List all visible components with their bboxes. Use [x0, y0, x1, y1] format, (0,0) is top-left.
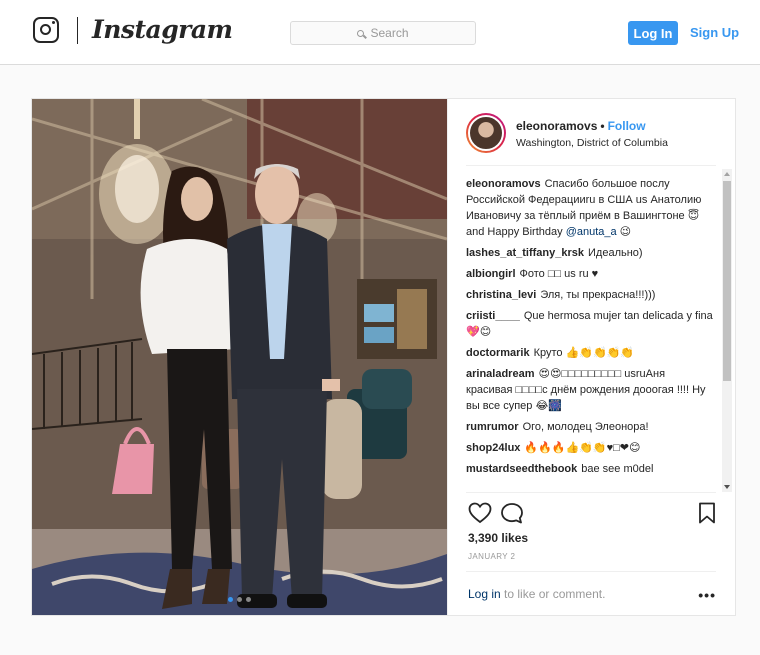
log-in-button[interactable]: Log In	[628, 21, 678, 45]
carousel-dot-active	[228, 597, 233, 602]
list-item: eleonoramovs Спасибо большое послу Россий…	[466, 176, 714, 240]
comment-username[interactable]: mustardseedthebook	[466, 463, 577, 475]
separator-dot: •	[600, 119, 605, 133]
post-sidebar: eleonoramovs • Follow Washington, District…	[447, 99, 736, 615]
comment-text-tail: 😉	[616, 226, 632, 238]
likes-count[interactable]: 3,390 likes	[468, 531, 528, 545]
comment-username[interactable]: christina_levi	[466, 289, 536, 301]
list-item: mustardseedthebook bae see m0del	[466, 461, 714, 477]
comment-text: Фото □□ us ru ♥	[519, 268, 599, 280]
list-item: arinaladream 😍😍□□□□□□□□□ usruАня красивая…	[466, 366, 714, 414]
list-item: lashes_at_tiffany_krsk Идеально)	[466, 245, 714, 261]
list-item: doctormarik Круто 👍👏👏👏👏	[466, 345, 714, 361]
comment-text: Идеально)	[588, 247, 643, 259]
list-item: albiongirl Фото □□ us ru ♥	[466, 266, 714, 282]
search-placeholder: Search	[370, 26, 409, 40]
log-in-link[interactable]: Log in	[468, 587, 501, 601]
comment-login-bar: Log in to like or comment. •••	[466, 571, 716, 616]
comment-username[interactable]: albiongirl	[466, 268, 516, 280]
avatar[interactable]	[468, 115, 504, 151]
instagram-camera-icon[interactable]	[33, 17, 59, 43]
follow-button[interactable]: Follow	[608, 119, 646, 133]
post-username[interactable]: eleonoramovs	[516, 119, 597, 133]
post-location[interactable]: Washington, District of Columbia	[516, 137, 668, 149]
comment-bubble-icon[interactable]	[500, 502, 524, 524]
post-actions	[466, 492, 716, 533]
comment-username[interactable]: eleonoramovs	[466, 178, 541, 190]
heart-icon[interactable]	[468, 502, 492, 524]
header-divider	[77, 17, 78, 44]
comment-text: 🔥🔥🔥👍👏👏♥□❤😊	[524, 442, 641, 454]
post-username-row: eleonoramovs • Follow	[516, 119, 646, 133]
comment-mention[interactable]: @anuta_a	[566, 226, 617, 238]
comments-scrollbar[interactable]	[722, 169, 732, 492]
sign-up-link[interactable]: Sign Up	[690, 21, 739, 45]
post-card: eleonoramovs • Follow Washington, District…	[31, 98, 736, 616]
comment-text: bae see m0del	[581, 463, 654, 475]
post-date[interactable]: JANUARY 2	[468, 552, 515, 561]
list-item: criisti____ Que hermosa mujer tan delicad…	[466, 308, 714, 340]
post-photo-illustration	[32, 99, 447, 615]
comments-list[interactable]: eleonoramovs Спасибо большое послу Россий…	[466, 176, 714, 488]
top-navigation-bar: Instagram Search Log In Sign Up	[0, 0, 760, 65]
list-item: shop24lux 🔥🔥🔥👍👏👏♥□❤😊	[466, 440, 714, 456]
more-options-icon[interactable]: •••	[698, 587, 716, 603]
scroll-up-arrow-icon[interactable]	[724, 172, 730, 176]
post-photo[interactable]	[32, 99, 447, 615]
comment-username[interactable]: lashes_at_tiffany_krsk	[466, 247, 584, 259]
carousel-dot	[246, 597, 251, 602]
comment-text: Круто 👍👏👏👏👏	[533, 347, 635, 359]
comment-username[interactable]: doctormarik	[466, 347, 530, 359]
comment-username[interactable]: arinaladream	[466, 368, 534, 380]
comment-username[interactable]: criisti____	[466, 310, 520, 322]
search-icon	[357, 29, 365, 37]
list-item: christina_levi Эля, ты прекрасна!!!)))	[466, 287, 714, 303]
search-input[interactable]: Search	[290, 21, 476, 45]
carousel-dot	[237, 597, 242, 602]
comment-text: Эля, ты прекрасна!!!)))	[540, 289, 656, 301]
avatar-story-ring[interactable]	[466, 113, 506, 153]
scrollbar-thumb[interactable]	[723, 181, 731, 381]
instagram-wordmark[interactable]: Instagram	[92, 15, 233, 45]
comment-username[interactable]: rumrumor	[466, 421, 519, 433]
comment-username[interactable]: shop24lux	[466, 442, 520, 454]
bookmark-icon[interactable]	[698, 502, 716, 524]
comment-text: Ого, молодец Элеонора!	[522, 421, 649, 433]
list-item: rumrumor Ого, молодец Элеонора!	[466, 419, 714, 435]
login-prompt: Log in to like or comment.	[468, 587, 605, 601]
scroll-down-arrow-icon[interactable]	[724, 485, 730, 489]
carousel-indicator	[228, 597, 251, 602]
post-header: eleonoramovs • Follow Washington, District…	[466, 113, 716, 166]
login-prompt-text: to like or comment.	[500, 587, 606, 601]
